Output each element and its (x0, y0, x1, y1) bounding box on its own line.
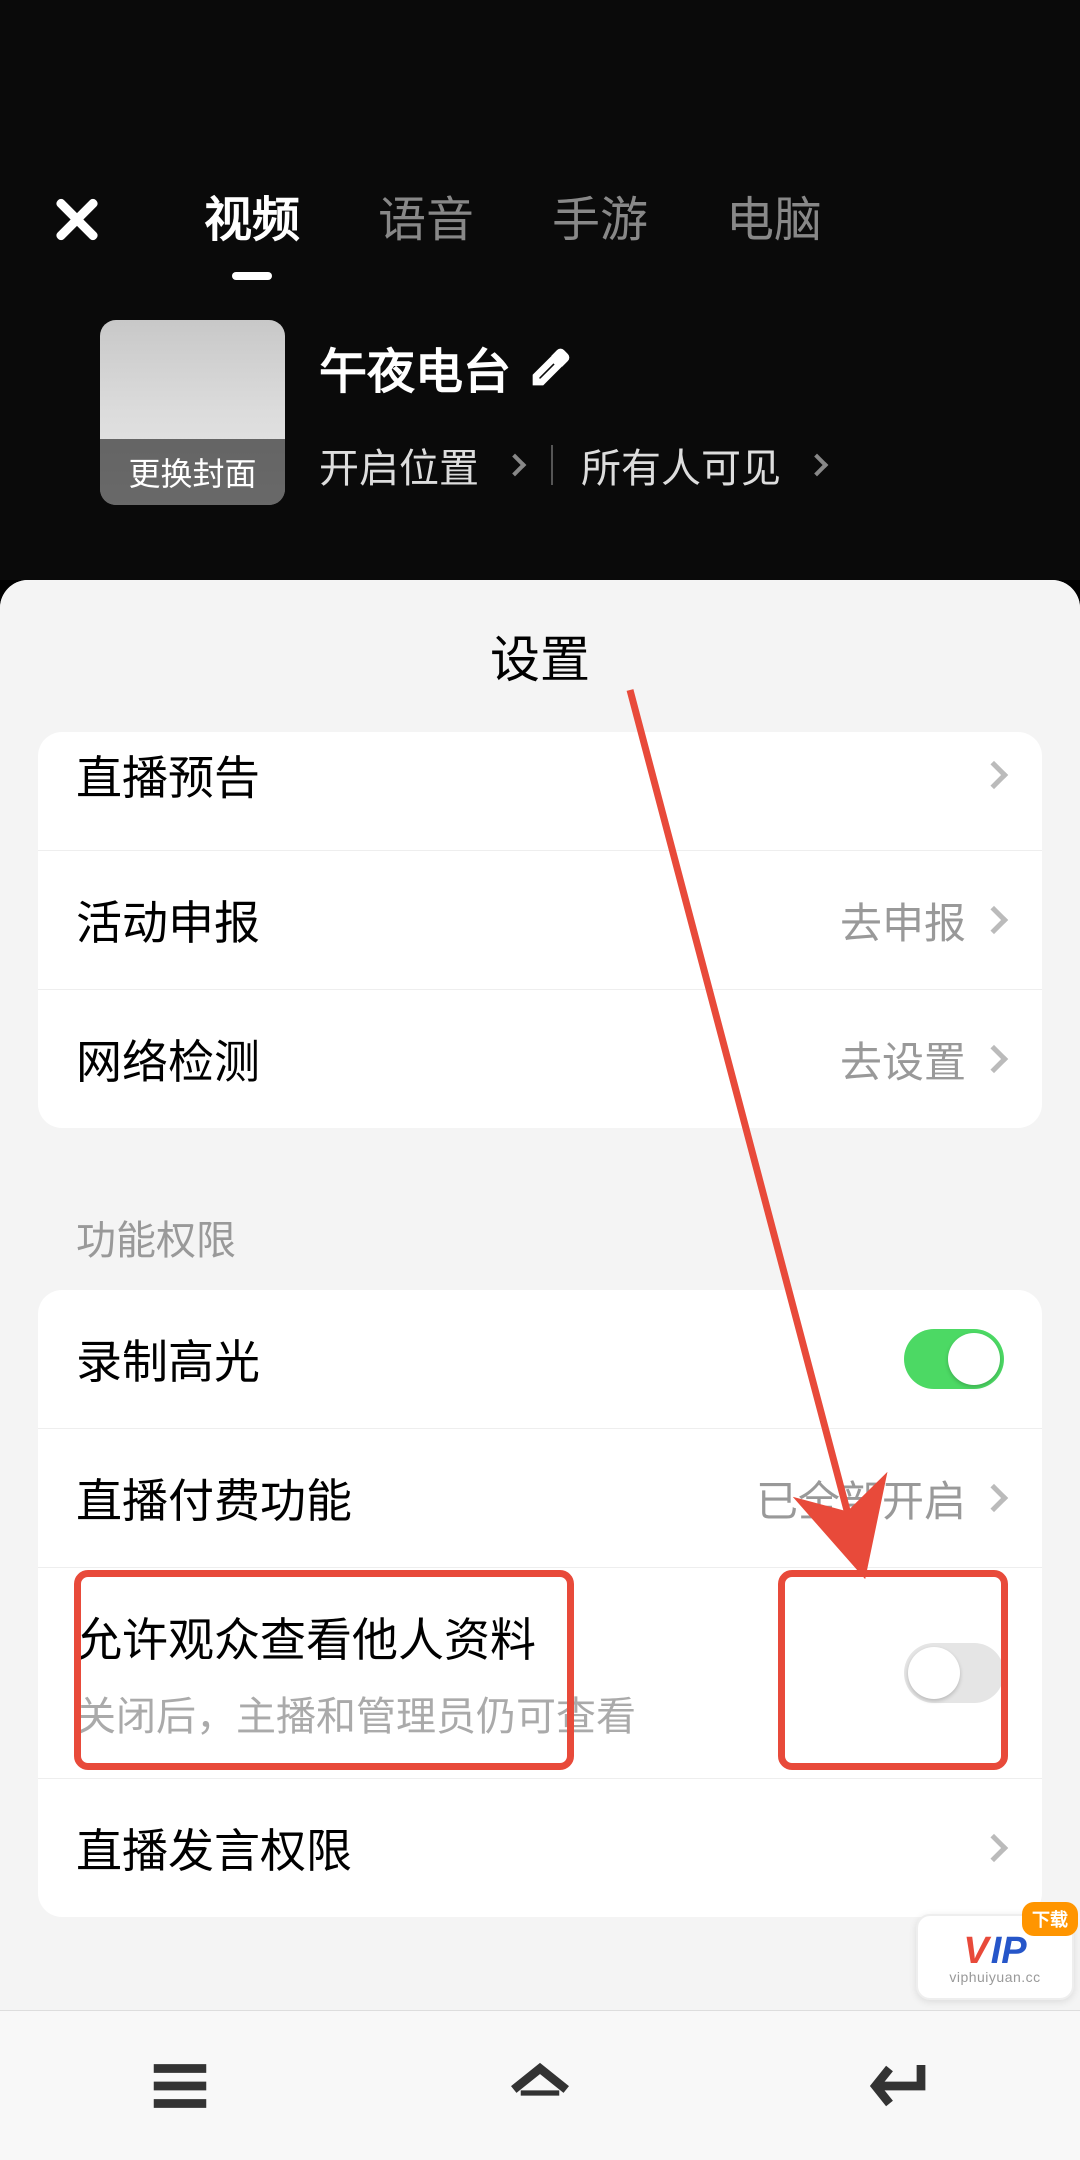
cover-thumbnail[interactable]: 更换封面 (100, 320, 285, 505)
row-label: 录制高光 (76, 1326, 260, 1392)
section-label-permissions: 功能权限 (0, 1168, 1080, 1290)
stream-title-line[interactable]: 午夜电台 (319, 332, 825, 402)
vip-url: viphuiyuan.cc (949, 1969, 1040, 1985)
row-label: 允许观众查看他人资料 (76, 1614, 536, 1666)
recent-apps-icon[interactable] (145, 2051, 215, 2121)
location-button[interactable]: 开启位置 (319, 436, 479, 494)
row-record-highlight: 录制高光 (38, 1290, 1042, 1428)
chevron-right-icon (980, 761, 1008, 789)
toggle-record-highlight[interactable] (904, 1329, 1004, 1389)
tab-voice[interactable]: 语音 (378, 180, 474, 250)
settings-card-1: 直播预告 活动申报 去申报 网络检测 去设置 (38, 732, 1042, 1128)
chevron-right-icon (980, 906, 1008, 934)
visibility-button[interactable]: 所有人可见 (581, 436, 781, 494)
chevron-right-icon (806, 453, 829, 476)
chevron-right-icon (980, 1834, 1008, 1862)
change-cover-label: 更换封面 (100, 439, 285, 505)
vip-logo: V IP (963, 1930, 1026, 1973)
row-network-check[interactable]: 网络检测 去设置 (38, 989, 1042, 1128)
tab-pc[interactable]: 电脑 (726, 180, 822, 250)
row-value: 已全部开启 (756, 1468, 966, 1529)
system-nav-bar (0, 2010, 1080, 2160)
stream-title: 午夜电台 (319, 332, 511, 402)
tab-video[interactable]: 视频 (204, 180, 300, 250)
row-label: 直播发言权限 (76, 1815, 352, 1881)
row-value: 去设置 (840, 1029, 966, 1090)
chevron-right-icon (980, 1045, 1008, 1073)
row-label: 活动申报 (76, 887, 260, 953)
row-paid-features[interactable]: 直播付费功能 已全部开启 (38, 1428, 1042, 1567)
row-label: 直播付费功能 (76, 1465, 352, 1531)
divider (551, 445, 553, 485)
home-icon[interactable] (505, 2051, 575, 2121)
row-allow-view-profile: 允许观众查看他人资料 关闭后，主播和管理员仍可查看 (38, 1567, 1042, 1778)
tab-mobile-game[interactable]: 手游 (552, 180, 648, 250)
chevron-right-icon (504, 453, 527, 476)
close-icon[interactable] (50, 188, 104, 242)
row-sublabel: 关闭后，主播和管理员仍可查看 (76, 1684, 636, 1742)
stream-info-text: 午夜电台 开启位置 所有人可见 (319, 332, 825, 494)
row-label: 网络检测 (76, 1026, 260, 1092)
settings-title: 设置 (0, 580, 1080, 732)
stream-info-row: 更换封面 午夜电台 开启位置 所有人可见 (0, 260, 1080, 505)
row-speak-permission[interactable]: 直播发言权限 (38, 1778, 1042, 1917)
settings-card-2: 录制高光 直播付费功能 已全部开启 允许观众查看他人资料 关闭后，主播和管理员仍… (38, 1290, 1042, 1917)
vip-download-tag: 下载 (1022, 1902, 1078, 1936)
stream-meta-line: 开启位置 所有人可见 (319, 436, 825, 494)
row-value: 去申报 (840, 890, 966, 951)
chevron-right-icon (980, 1484, 1008, 1512)
row-text-block: 允许观众查看他人资料 关闭后，主播和管理员仍可查看 (76, 1604, 636, 1742)
vip-watermark: 下载 V IP viphuiyuan.cc (916, 1914, 1074, 2000)
row-label: 直播预告 (76, 742, 260, 808)
row-stream-preview[interactable]: 直播预告 (38, 732, 1042, 850)
row-activity-report[interactable]: 活动申报 去申报 (38, 850, 1042, 989)
top-row: 视频 语音 手游 电脑 (0, 170, 1080, 260)
edit-icon (531, 347, 571, 387)
stream-type-tabs: 视频 语音 手游 电脑 (204, 180, 822, 250)
back-icon[interactable] (865, 2051, 935, 2121)
toggle-allow-view-profile[interactable] (904, 1643, 1004, 1703)
top-dark-area: 视频 语音 手游 电脑 更换封面 午夜电台 开启位置 所有人可见 (0, 0, 1080, 580)
